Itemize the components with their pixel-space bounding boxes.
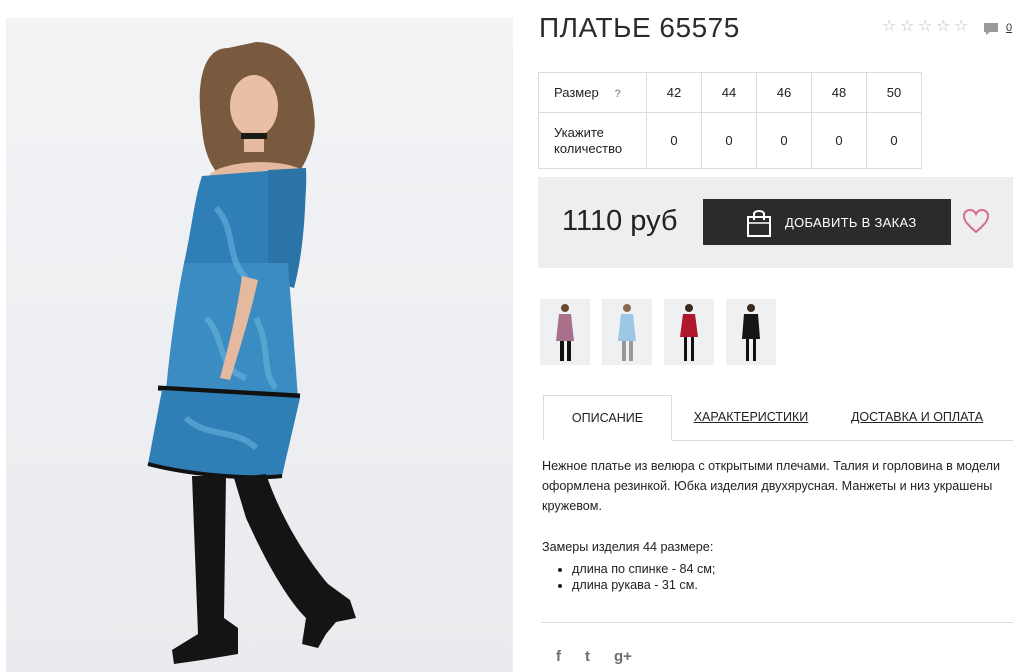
quantity-input[interactable]: 0 (646, 112, 702, 169)
quantity-header: Укажите количество (538, 112, 647, 169)
quantity-input[interactable]: 0 (756, 112, 812, 169)
twitter-icon[interactable]: t (585, 648, 590, 665)
star-icon[interactable]: ☆ (900, 19, 916, 35)
list-item: длина по спинке - 84 см; (572, 561, 715, 577)
tab-characteristics[interactable]: ХАРАКТЕРИСТИКИ (690, 395, 812, 439)
tab-description[interactable]: ОПИСАНИЕ (543, 395, 672, 441)
thumbnail-image[interactable] (726, 299, 776, 365)
thumbnail-figure (618, 304, 636, 361)
thumbnail-image[interactable] (664, 299, 714, 365)
price: 1110 руб (562, 205, 678, 237)
list-item: длина рукава - 31 см. (572, 577, 715, 593)
tab-delivery[interactable]: ДОСТАВКА И ОПЛАТА (850, 395, 984, 439)
google-plus-icon[interactable]: g+ (614, 648, 632, 665)
measure-title: Замеры изделия 44 размере: (542, 540, 714, 554)
add-to-order-button[interactable]: ДОБАВИТЬ В ЗАКАЗ (703, 199, 951, 245)
thumbnail-image[interactable] (540, 299, 590, 365)
add-to-order-label: ДОБАВИТЬ В ЗАКАЗ (785, 214, 917, 230)
shopping-bag-icon (747, 210, 771, 237)
size-value: 50 (866, 72, 922, 113)
price-panel: 1110 руб ДОБАВИТЬ В ЗАКАЗ (538, 177, 1013, 268)
product-title: ПЛАТЬЕ 65575 (539, 12, 740, 43)
quantity-label-line2: количество (554, 140, 623, 156)
quantity-input[interactable]: 0 (866, 112, 922, 169)
size-table: Размер ? 42 44 46 48 50 Укажите количест… (538, 72, 922, 169)
star-icon[interactable]: ☆ (936, 19, 952, 35)
product-tabs: ОПИСАНИЕ ХАРАКТЕРИСТИКИ ДОСТАВКА И ОПЛАТ… (543, 395, 1013, 441)
description-text: Нежное платье из велюра с открытыми плеч… (542, 459, 1001, 513)
divider (541, 622, 1013, 623)
quantity-input[interactable]: 0 (701, 112, 757, 169)
star-icon[interactable]: ☆ (954, 19, 970, 35)
star-icon[interactable]: ☆ (882, 19, 898, 35)
measure-list: длина по спинке - 84 см; длина рукава - … (542, 561, 715, 593)
facebook-icon[interactable]: f (556, 648, 561, 665)
thumbnail-figure (556, 304, 574, 361)
model-illustration (147, 42, 356, 664)
social-share: f t g+ (556, 648, 632, 665)
size-help-icon[interactable]: ? (614, 88, 621, 100)
size-value: 48 (811, 72, 867, 113)
thumbnail-image[interactable] (602, 299, 652, 365)
heart-icon[interactable] (962, 208, 990, 234)
thumbnail-figure (742, 304, 760, 361)
quantity-label-line1: Укажите (554, 124, 604, 140)
size-value: 42 (646, 72, 702, 113)
star-icon[interactable]: ☆ (918, 19, 934, 35)
main-product-image[interactable] (6, 18, 513, 672)
size-value: 46 (756, 72, 812, 113)
comment-icon[interactable] (983, 22, 999, 36)
star-rating[interactable]: ☆ ☆ ☆ ☆ ☆ (882, 19, 970, 35)
quantity-input[interactable]: 0 (811, 112, 867, 169)
size-header: Размер ? (538, 72, 647, 113)
size-label: Размер (554, 85, 599, 100)
comment-count-link[interactable]: 0 (1006, 22, 1012, 34)
size-value: 44 (701, 72, 757, 113)
thumbnail-figure (680, 304, 698, 361)
thumbnail-strip (540, 299, 776, 365)
